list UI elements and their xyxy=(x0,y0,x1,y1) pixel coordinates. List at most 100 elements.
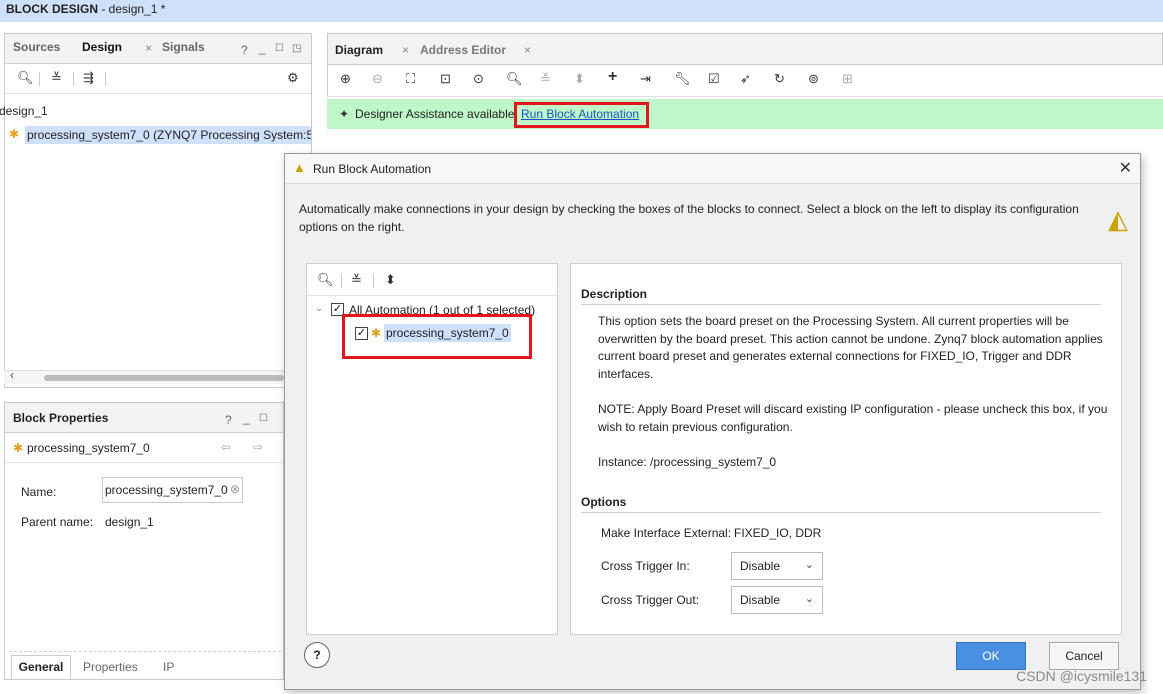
split-icon[interactable]: ⊞ xyxy=(842,71,853,87)
zoom-fit-icon[interactable]: ⛶ xyxy=(406,71,415,87)
toolbar-separator xyxy=(105,72,106,86)
highlight-box xyxy=(342,314,532,359)
window-title-bold: BLOCK DESIGN xyxy=(6,2,99,16)
collapse-all-icon[interactable]: ≚ xyxy=(351,272,362,288)
search-icon[interactable]: 🔍︎ xyxy=(317,272,334,288)
divider xyxy=(581,304,1101,305)
pin-icon[interactable]: ⇥ xyxy=(640,71,651,87)
make-interface-external-label: Make Interface External: xyxy=(601,526,732,540)
divider xyxy=(9,651,281,652)
tree-toolbar: 🔍︎ ≚ ⬍ xyxy=(307,264,557,296)
toolbar-separator xyxy=(341,274,342,288)
hierarchy-icon[interactable]: ⇶ xyxy=(83,70,94,86)
regenerate-layout-icon[interactable]: ⊚ xyxy=(808,71,819,87)
options-heading: Options xyxy=(581,495,627,509)
search-icon[interactable]: 🔍︎ xyxy=(506,71,523,87)
tree-root[interactable]: design_1 xyxy=(0,104,48,118)
collapse-all-icon[interactable]: ≚ xyxy=(540,71,551,87)
close-icon[interactable]: × xyxy=(145,41,152,55)
ip-block-icon: ✱ xyxy=(13,441,24,455)
collapse-all-icon[interactable]: ≚ xyxy=(51,70,62,86)
dialog-title: Run Block Automation xyxy=(313,162,432,176)
help-button[interactable]: ? xyxy=(304,642,330,668)
make-interface-external-value: FIXED_IO, DDR xyxy=(734,526,822,540)
tab-ip[interactable]: IP xyxy=(163,660,174,674)
toolbar-separator xyxy=(39,72,40,86)
diagram-toolbar: ⊕ ⊖ ⛶ ⊡ ⊙ 🔍︎ ≚ ⬍ + ⇥ 🔧︎ ☑ ➶ ↻ ⊚ ⊞ xyxy=(327,65,1163,97)
diagram-tab-bar: Diagram × Address Editor × xyxy=(327,33,1163,65)
left-tab-bar: Sources Design × Signals ? _ ☐ ◳ xyxy=(5,34,311,64)
run-block-automation-dialog: ▲ Run Block Automation ✕ Automatically m… xyxy=(284,153,1141,690)
block-properties-toolbar: ✱ processing_system7_0 ⇦ ⇨ xyxy=(5,433,283,463)
help-icon[interactable]: ? xyxy=(241,43,248,57)
ok-button[interactable]: OK xyxy=(956,642,1026,670)
description-instance: Instance: /processing_system7_0 xyxy=(598,455,777,469)
expand-all-icon[interactable]: ⬍ xyxy=(385,272,396,288)
validate-icon[interactable]: ☑ xyxy=(708,71,720,87)
toolbar-separator xyxy=(73,72,74,86)
search-icon[interactable]: 🔍︎ xyxy=(17,70,34,86)
wrench-icon[interactable]: 🔧︎ xyxy=(674,71,691,87)
watermark: CSDN @icysmile131 xyxy=(1016,668,1147,684)
float-icon[interactable]: ◳ xyxy=(292,43,301,54)
name-field[interactable]: processing_system7_0 ⊗ xyxy=(102,477,243,503)
add-ip-icon[interactable]: + xyxy=(608,68,617,86)
cross-trigger-in-label: Cross Trigger In: xyxy=(601,559,690,573)
cancel-button[interactable]: Cancel xyxy=(1049,642,1119,670)
selected-object-name: processing_system7_0 xyxy=(27,441,150,455)
divider xyxy=(581,512,1101,513)
highlight-box xyxy=(514,102,649,128)
window-title-rest: - design_1 * xyxy=(98,2,166,16)
name-label: Name: xyxy=(21,485,57,499)
maximize-icon[interactable]: ☐ xyxy=(275,43,284,54)
zoom-in-icon[interactable]: ⊕ xyxy=(340,71,351,87)
tab-general[interactable]: General xyxy=(11,655,71,679)
tab-address-editor[interactable]: Address Editor xyxy=(420,43,506,57)
toolbar-separator xyxy=(373,274,374,288)
forward-arrow-icon[interactable]: ⇨ xyxy=(253,440,263,454)
scroll-left-icon[interactable]: ‹ xyxy=(10,368,14,382)
back-arrow-icon[interactable]: ⇦ xyxy=(221,440,231,454)
tab-diagram[interactable]: Diagram xyxy=(335,43,383,57)
close-icon[interactable]: × xyxy=(524,43,531,57)
vivado-logo-icon: ▲ xyxy=(293,160,306,175)
chevron-down-icon: ⌄ xyxy=(804,593,814,605)
cross-trigger-in-value: Disable xyxy=(740,559,781,573)
tree-item-processing-system[interactable]: processing_system7_0 (ZYNQ7 Processing S… xyxy=(25,126,311,144)
scrollbar-thumb[interactable] xyxy=(44,375,284,381)
horizontal-scrollbar[interactable]: ‹ xyxy=(4,368,284,384)
cross-trigger-in-select[interactable]: Disable ⌄ xyxy=(731,552,823,580)
tab-design[interactable]: Design xyxy=(82,40,122,54)
gear-icon[interactable]: ⚙ xyxy=(287,70,299,86)
tab-sources[interactable]: Sources xyxy=(13,40,60,54)
tree-item-label: processing_system7_0 (ZYNQ7 Processing S… xyxy=(27,128,311,142)
close-icon[interactable]: ✕ xyxy=(1119,158,1132,178)
autoconnect-icon[interactable]: ➶ xyxy=(740,71,751,87)
close-icon[interactable]: × xyxy=(402,43,409,57)
tab-properties[interactable]: Properties xyxy=(83,660,138,674)
tab-signals[interactable]: Signals xyxy=(162,40,205,54)
configuration-panel: Description This option sets the board p… xyxy=(570,263,1122,635)
chevron-down-icon[interactable]: ⌄ xyxy=(315,303,323,314)
cross-trigger-out-label: Cross Trigger Out: xyxy=(601,593,700,607)
minimize-icon[interactable]: _ xyxy=(259,41,266,55)
design-pane: Sources Design × Signals ? _ ☐ ◳ 🔍︎ ≚ ⇶ … xyxy=(0,33,312,388)
name-field-value: processing_system7_0 xyxy=(105,483,228,497)
zoom-out-icon[interactable]: ⊖ xyxy=(372,71,383,87)
minimize-icon[interactable]: _ xyxy=(243,411,250,425)
help-icon[interactable]: ? xyxy=(225,413,232,427)
block-properties-pane: Block Properties ? _ ☐ ✱ processing_syst… xyxy=(4,402,284,680)
cross-trigger-out-select[interactable]: Disable ⌄ xyxy=(731,586,823,614)
vivado-logo-icon: ◭ xyxy=(1108,204,1128,234)
dialog-intro: Automatically make connections in your d… xyxy=(299,202,1079,234)
description-heading: Description xyxy=(581,287,648,301)
cross-trigger-out-value: Disable xyxy=(740,593,781,607)
assistant-icon: ✦ xyxy=(339,107,350,121)
crosshair-icon[interactable]: ⊙ xyxy=(473,71,484,87)
expand-all-icon[interactable]: ⬍ xyxy=(574,71,585,87)
maximize-icon[interactable]: ☐ xyxy=(259,413,268,424)
refresh-icon[interactable]: ↻ xyxy=(774,71,785,87)
left-toolbar: 🔍︎ ≚ ⇶ ⚙ xyxy=(5,64,311,94)
zoom-area-icon[interactable]: ⊡ xyxy=(440,71,451,87)
clear-icon[interactable]: ⊗ xyxy=(230,482,240,496)
